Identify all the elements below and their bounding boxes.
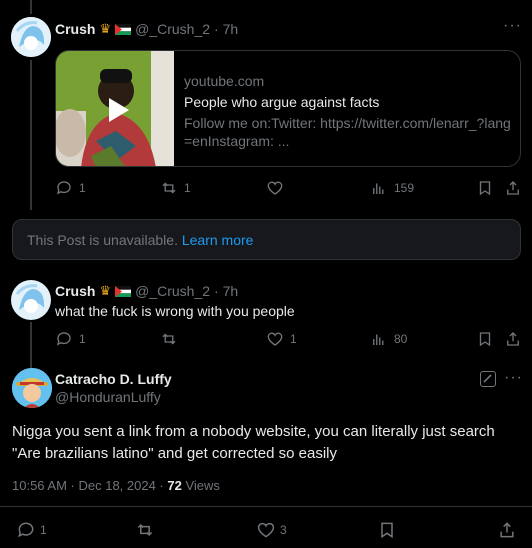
main-author-handle[interactable]: @HonduranLuffy — [55, 389, 161, 405]
bookmark-button[interactable] — [476, 330, 494, 348]
link-preview-card[interactable]: youtube.com People who argue against fac… — [55, 50, 521, 167]
views-count: 80 — [394, 332, 408, 346]
share-icon — [507, 181, 519, 195]
views-chart-icon — [373, 334, 384, 345]
repost-icon — [137, 523, 153, 537]
reply-button[interactable]: 1 — [55, 330, 86, 348]
unavailable-post-notice: This Post is unavailable. Learn more — [12, 219, 521, 260]
learn-more-link[interactable]: Learn more — [182, 232, 254, 248]
thread-line-2 — [30, 322, 32, 368]
avatar[interactable] — [11, 280, 51, 320]
divider — [0, 506, 532, 507]
card-description: Follow me on:Twitter: https://twitter.co… — [184, 115, 511, 149]
reply-icon — [56, 332, 71, 346]
play-icon[interactable] — [107, 96, 131, 124]
main-tweet-text-line2: "Are brazilians latino" and get correcte… — [12, 445, 337, 462]
repost-button[interactable]: 1 — [160, 179, 191, 197]
heart-icon — [267, 332, 283, 346]
like-count: 3 — [280, 523, 287, 537]
palestine-flag-icon — [115, 285, 132, 297]
crown-emoji-icon: ♛ — [99, 283, 112, 298]
share-button[interactable] — [504, 330, 522, 348]
views-chart-icon — [373, 183, 384, 194]
views-count: 159 — [394, 181, 415, 195]
tweet1-header: Crush ♛ @_Crush_2 · 7h — [55, 20, 238, 38]
reply-count: 1 — [40, 523, 47, 537]
bookmark-button[interactable] — [476, 179, 494, 197]
author-handle[interactable]: @_Crush_2 — [135, 21, 210, 37]
post-time[interactable]: · 7h — [214, 21, 238, 37]
bookmark-icon — [381, 522, 393, 539]
like-count: 1 — [290, 332, 297, 346]
thread-line-1 — [30, 60, 32, 210]
repost-icon — [162, 333, 176, 345]
views-label: Views — [181, 478, 220, 493]
author-name[interactable]: Crush — [55, 283, 95, 299]
palestine-flag-icon — [115, 23, 132, 35]
heart-icon — [267, 181, 283, 195]
reply-icon — [18, 522, 34, 538]
crown-emoji-icon: ♛ — [99, 21, 112, 36]
repost-button[interactable] — [160, 330, 184, 348]
like-button[interactable]: 1 — [266, 330, 297, 348]
author-name[interactable]: Crush — [55, 21, 95, 37]
tweet2-header: Crush ♛ @_Crush_2 · 7h — [55, 282, 238, 300]
tweet-text: what the fuck is wrong with you people — [55, 303, 295, 319]
like-button[interactable]: 3 — [256, 520, 287, 540]
post-metadata: 10:56 AM · Dec 18, 2024 · 72 Views — [12, 478, 220, 493]
views-count: 72 — [167, 478, 182, 493]
video-thumbnail[interactable] — [56, 51, 174, 166]
grok-edit-icon[interactable] — [480, 371, 496, 387]
avatar-image — [11, 17, 51, 57]
share-icon — [500, 522, 514, 538]
thread-line-top — [30, 0, 32, 14]
bookmark-icon — [479, 181, 491, 196]
card-domain: youtube.com — [184, 73, 265, 89]
main-author-name[interactable]: Catracho D. Luffy — [55, 371, 172, 387]
bookmark-button[interactable] — [377, 520, 397, 540]
like-button[interactable] — [266, 179, 290, 197]
post-time[interactable]: · 7h — [214, 283, 238, 299]
reply-button[interactable]: 1 — [16, 520, 47, 540]
more-options-icon[interactable]: ··· — [503, 17, 522, 35]
heart-icon — [257, 522, 275, 538]
main-tweet-text-line1: Nigga you sent a link from a nobody webs… — [12, 423, 495, 440]
repost-icon — [162, 182, 176, 194]
repost-count: 1 — [184, 181, 191, 195]
avatar[interactable] — [12, 368, 52, 408]
repost-button[interactable] — [135, 520, 161, 540]
views-button[interactable]: 159 — [370, 179, 414, 197]
bookmark-icon — [479, 332, 491, 347]
post-timestamp[interactable]: 10:56 AM · Dec 18, 2024 · — [12, 478, 167, 493]
avatar-image — [12, 368, 52, 408]
reply-button[interactable]: 1 — [55, 179, 86, 197]
avatar[interactable] — [11, 17, 51, 57]
share-button[interactable] — [504, 179, 522, 197]
unavailable-text: This Post is unavailable. — [27, 231, 178, 248]
reply-icon — [56, 181, 71, 195]
more-options-icon[interactable]: ··· — [504, 369, 523, 387]
reply-count: 1 — [79, 181, 86, 195]
author-handle[interactable]: @_Crush_2 — [135, 283, 210, 299]
main-tweet-text: Nigga you sent a link from a nobody webs… — [12, 421, 495, 465]
share-button[interactable] — [497, 520, 517, 540]
reply-count: 1 — [79, 332, 86, 346]
share-icon — [507, 332, 519, 346]
views-button[interactable]: 80 — [370, 330, 407, 348]
avatar-image — [11, 280, 51, 320]
card-title: People who argue against facts — [184, 94, 380, 110]
